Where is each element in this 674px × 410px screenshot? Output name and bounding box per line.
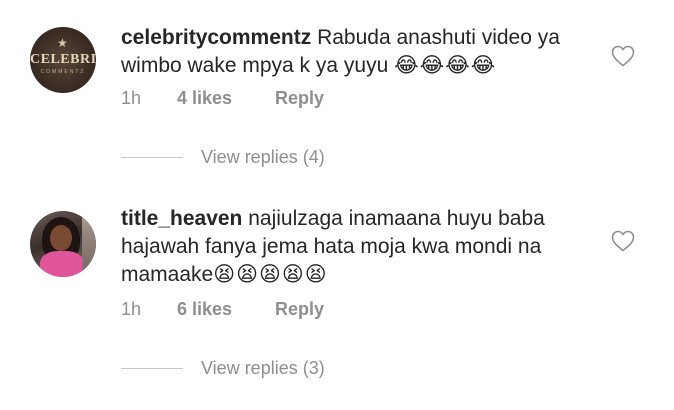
comment-timestamp: 1h (121, 87, 142, 108)
comment-body: celebritycommentz Rabuda anashuti video … (121, 24, 591, 80)
view-replies-button[interactable]: View replies (3) (121, 357, 325, 379)
comment-body: title_heaven najiulzaga inamaana huyu ba… (121, 205, 591, 289)
reply-button[interactable]: Reply (275, 299, 324, 320)
view-replies-label: View replies (3) (201, 357, 325, 378)
avatar-photo-background (82, 211, 96, 277)
comment-meta: 1h 4 likes Reply (121, 87, 324, 109)
likes-count[interactable]: 6 likes (177, 299, 275, 320)
comment-timestamp: 1h (121, 298, 142, 319)
comment-username[interactable]: title_heaven (121, 207, 242, 230)
avatar-photo-dress (40, 251, 84, 277)
comment-emoji: 😂😂😂😂 (394, 54, 497, 77)
view-replies-button[interactable]: View replies (4) (121, 146, 325, 168)
comment-emoji: 😫😫😫😫😫 (213, 263, 328, 286)
likes-count[interactable]: 4 likes (177, 88, 275, 109)
avatar-logo-subtext: COMMENTZ (40, 69, 86, 75)
avatar-logo-text: CELEBRITY (30, 52, 96, 67)
heart-outline-icon[interactable] (611, 230, 635, 252)
comment-item: title_heaven najiulzaga inamaana huyu ba… (0, 200, 674, 410)
heart-outline-icon[interactable] (611, 45, 635, 67)
comment-meta: 1h 6 likes Reply (121, 298, 324, 320)
view-replies-label: View replies (4) (201, 146, 325, 167)
comment-username[interactable]: celebritycommentz (121, 26, 311, 49)
reply-button[interactable]: Reply (275, 88, 324, 109)
avatar[interactable] (30, 211, 96, 277)
avatar-photo-face (50, 225, 72, 251)
comment-item: ★ CELEBRITY COMMENTZ celebritycommentz R… (0, 0, 674, 200)
replies-divider (121, 367, 183, 369)
replies-divider (121, 156, 183, 158)
star-icon: ★ (57, 36, 68, 50)
avatar[interactable]: ★ CELEBRITY COMMENTZ (30, 27, 96, 93)
